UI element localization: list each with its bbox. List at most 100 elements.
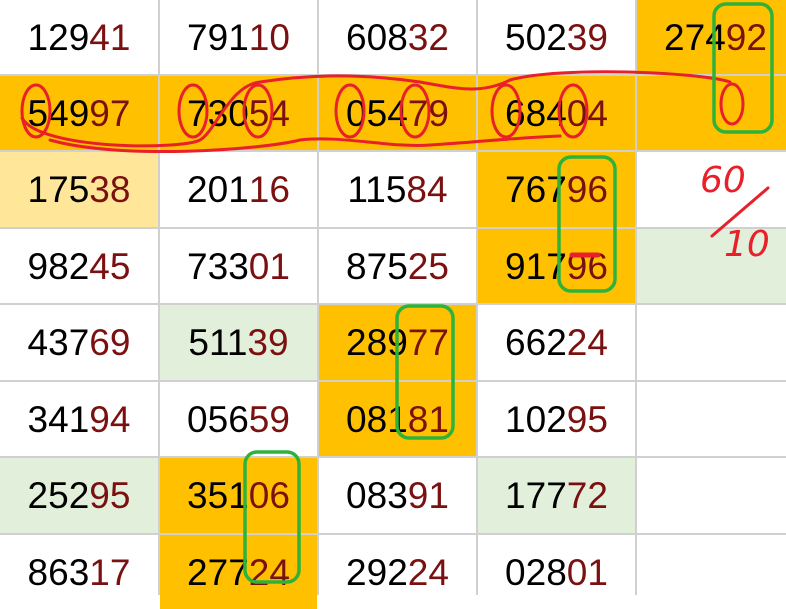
grid-cell: 102 95 — [478, 382, 635, 456]
cell-leading-digits: 791 — [187, 16, 249, 58]
cell-leading-digits: 083 — [346, 475, 408, 516]
grid-cell — [637, 535, 786, 609]
grid-cell: 730 54 — [160, 76, 317, 150]
grid-cell: 274 92 — [637, 0, 786, 74]
cell-trailing-digits: 01 — [248, 245, 290, 287]
cell-trailing-digits: 06 — [248, 475, 290, 516]
cell-leading-digits: 549 — [27, 92, 90, 134]
cell-leading-digits: 102 — [505, 398, 567, 440]
grid-cell: 733 01 — [160, 229, 317, 303]
cell-leading-digits: 875 — [346, 245, 408, 287]
cell-trailing-digits: 84 — [406, 169, 448, 210]
grid-cell: 028 01 — [478, 535, 635, 609]
cell-trailing-digits: 39 — [247, 322, 289, 363]
cell-trailing-digits: 96 — [566, 245, 608, 287]
grid-cell: 115 84 — [319, 152, 476, 227]
grid-cell: 177 72 — [478, 458, 635, 533]
cell-trailing-digits: 92 — [725, 16, 767, 58]
cell-leading-digits: 056 — [187, 398, 249, 440]
cell-trailing-digits: 24 — [248, 551, 290, 593]
cell-leading-digits: 341 — [27, 398, 90, 440]
cell-leading-digits: 437 — [27, 322, 90, 363]
cell-trailing-digits: 25 — [407, 245, 449, 287]
cell-leading-digits: 175 — [27, 169, 90, 210]
grid-cell: 662 24 — [478, 305, 635, 380]
cell-leading-digits: 289 — [346, 322, 408, 363]
cell-trailing-digits: 77 — [407, 322, 449, 363]
cell-leading-digits: 129 — [27, 16, 90, 58]
cell-leading-digits: 351 — [187, 475, 249, 516]
cell-trailing-digits: 96 — [566, 169, 608, 210]
cell-trailing-digits: 69 — [89, 322, 131, 363]
grid-cell: 083 91 — [319, 458, 476, 533]
cell-trailing-digits: 04 — [566, 92, 608, 134]
cell-leading-digits: 177 — [505, 475, 567, 516]
grid-cell: 054 79 — [319, 76, 476, 150]
grid-cell: 791 10 — [160, 0, 317, 74]
cell-leading-digits: 917 — [505, 245, 567, 287]
cell-trailing-digits: 95 — [566, 398, 608, 440]
grid-cell: 767 96 — [478, 152, 635, 227]
grid-cell: 875 25 — [319, 229, 476, 303]
cell-leading-digits: 511 — [188, 322, 248, 363]
cell-trailing-digits: 45 — [89, 245, 131, 287]
grid-cell — [637, 382, 786, 456]
cell-leading-digits: 863 — [27, 551, 90, 593]
number-grid: 129 41 791 10 608 32 502 39 274 92 549 97 730 54 054 79… — [0, 0, 786, 609]
cell-leading-digits: 502 — [505, 16, 567, 58]
cell-leading-digits: 054 — [346, 92, 408, 134]
cell-trailing-digits: 32 — [407, 16, 449, 58]
cell-trailing-digits: 54 — [248, 92, 290, 134]
grid-cell: 341 94 — [0, 382, 158, 456]
grid-cell: 502 39 — [478, 0, 635, 74]
grid-cell: 351 06 — [160, 458, 317, 533]
grid-cell: 081 81 — [319, 382, 476, 456]
cell-trailing-digits: 97 — [89, 92, 131, 134]
grid-cell: 863 17 — [0, 535, 158, 609]
cell-trailing-digits: 16 — [248, 169, 290, 210]
cell-leading-digits: 081 — [346, 398, 408, 440]
grid-cell: 129 41 — [0, 0, 158, 74]
cell-trailing-digits: 95 — [89, 475, 131, 516]
cell-leading-digits: 277 — [187, 551, 249, 593]
grid-cell — [637, 152, 786, 227]
grid-cell: 511 39 — [160, 305, 317, 380]
grid-cell — [637, 305, 786, 380]
grid-cell: 252 95 — [0, 458, 158, 533]
cell-leading-digits: 252 — [27, 475, 90, 516]
cell-trailing-digits: 10 — [248, 16, 290, 58]
grid-cell: 175 38 — [0, 152, 158, 227]
cell-trailing-digits: 81 — [407, 398, 449, 440]
grid-cell: 684 04 — [478, 76, 635, 150]
grid-cell — [637, 458, 786, 533]
cell-leading-digits: 982 — [27, 245, 90, 287]
grid-cell: 608 32 — [319, 0, 476, 74]
grid-cell: 292 24 — [319, 535, 476, 609]
cell-trailing-digits: 24 — [566, 322, 608, 363]
cell-trailing-digits: 59 — [248, 398, 290, 440]
cell-leading-digits: 608 — [346, 16, 408, 58]
grid-cell: 056 59 — [160, 382, 317, 456]
grid-cell — [637, 76, 786, 150]
cell-trailing-digits: 72 — [566, 475, 608, 516]
cell-leading-digits: 730 — [187, 92, 249, 134]
cell-trailing-digits: 41 — [89, 16, 131, 58]
cell-trailing-digits: 38 — [89, 169, 131, 210]
cell-leading-digits: 733 — [187, 245, 249, 287]
cell-trailing-digits: 91 — [407, 475, 449, 516]
cell-leading-digits: 274 — [664, 16, 726, 58]
grid-cell: 917 96 — [478, 229, 635, 303]
grid-cell: 289 77 — [319, 305, 476, 380]
cell-trailing-digits: 79 — [407, 92, 449, 134]
cell-leading-digits: 201 — [187, 169, 249, 210]
cell-leading-digits: 115 — [347, 169, 407, 210]
cell-leading-digits: 292 — [346, 551, 408, 593]
grid-cell — [637, 229, 786, 303]
grid-cell: 277 24 — [160, 535, 317, 609]
cell-leading-digits: 028 — [505, 551, 567, 593]
cell-trailing-digits: 39 — [566, 16, 608, 58]
grid-cell: 982 45 — [0, 229, 158, 303]
cell-leading-digits: 662 — [505, 322, 567, 363]
grid-cell: 437 69 — [0, 305, 158, 380]
grid-cell: 549 97 — [0, 76, 158, 150]
